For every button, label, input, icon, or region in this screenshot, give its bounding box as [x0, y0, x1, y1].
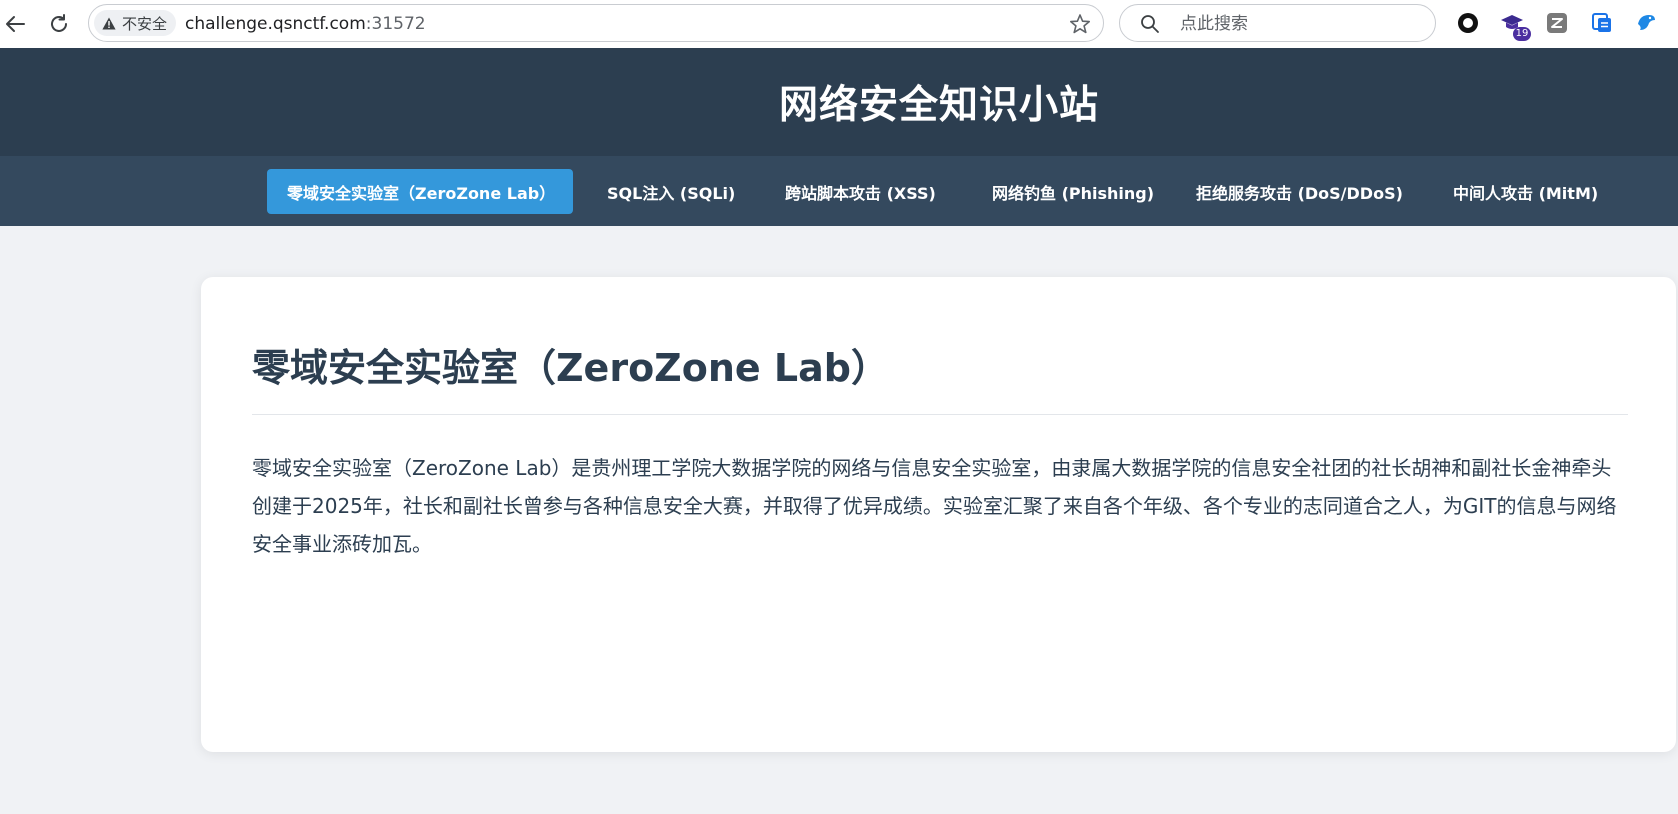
url-host: challenge.qsnctf.com [185, 14, 366, 34]
z-extension-icon [1547, 13, 1567, 33]
nav-item-zerozone-lab[interactable]: 零域安全实验室（ZeroZone Lab） [267, 169, 573, 214]
browser-toolbar: 不安全 challenge.qsnctf.com:31572 19 [0, 0, 1678, 48]
site-nav: 零域安全实验室（ZeroZone Lab） SQL注入 (SQLi) 跨站脚本攻… [0, 156, 1678, 226]
reload-button[interactable] [44, 9, 74, 39]
search-input[interactable] [1178, 5, 1422, 43]
url-port: :31572 [365, 14, 426, 34]
site-header: 网络安全知识小站 [0, 48, 1678, 156]
extension-badge: 19 [1513, 27, 1531, 41]
graduation-extension-button[interactable]: 19 [1499, 10, 1531, 41]
nav-item-dos-ddos[interactable]: 拒绝服务攻击 (DoS/DDoS) [1176, 169, 1423, 214]
bird-extension-button[interactable] [1633, 10, 1659, 36]
browser-search-box[interactable] [1119, 4, 1436, 43]
z-extension-button[interactable] [1544, 10, 1570, 36]
url-text[interactable]: challenge.qsnctf.com:31572 [185, 14, 426, 34]
circle-extension-button[interactable] [1455, 10, 1481, 36]
search-icon [1140, 14, 1160, 38]
back-arrow-icon [6, 16, 25, 32]
nav-item-sqli[interactable]: SQL注入 (SQLi) [587, 169, 755, 214]
site-title: 网络安全知识小站 [778, 83, 1099, 128]
reader-extension-icon [1592, 13, 1611, 32]
content-card: 零域安全实验室（ZeroZone Lab） 零域安全实验室（ZeroZone L… [201, 277, 1676, 752]
reader-extension-button[interactable] [1589, 10, 1615, 36]
circle-extension-icon [1458, 13, 1478, 33]
nav-item-mitm[interactable]: 中间人攻击 (MitM) [1433, 169, 1618, 214]
star-icon [1070, 14, 1090, 34]
address-bar[interactable]: 不安全 challenge.qsnctf.com:31572 [88, 4, 1104, 42]
bird-extension-icon [1638, 15, 1655, 30]
warning-icon [102, 17, 116, 29]
reload-icon [51, 14, 67, 32]
security-indicator[interactable]: 不安全 [94, 10, 177, 36]
content-title: 零域安全实验室（ZeroZone Lab） [252, 346, 889, 390]
content-body: 零域安全实验室（ZeroZone Lab）是贵州理工学院大数据学院的网络与信息安… [252, 456, 1617, 556]
nav-item-phishing[interactable]: 网络钓鱼 (Phishing) [972, 169, 1174, 214]
security-label: 不安全 [122, 14, 168, 33]
back-button[interactable] [0, 9, 30, 39]
bookmark-star-button[interactable] [1069, 13, 1091, 39]
title-divider [252, 414, 1628, 415]
nav-item-xss[interactable]: 跨站脚本攻击 (XSS) [765, 169, 956, 214]
